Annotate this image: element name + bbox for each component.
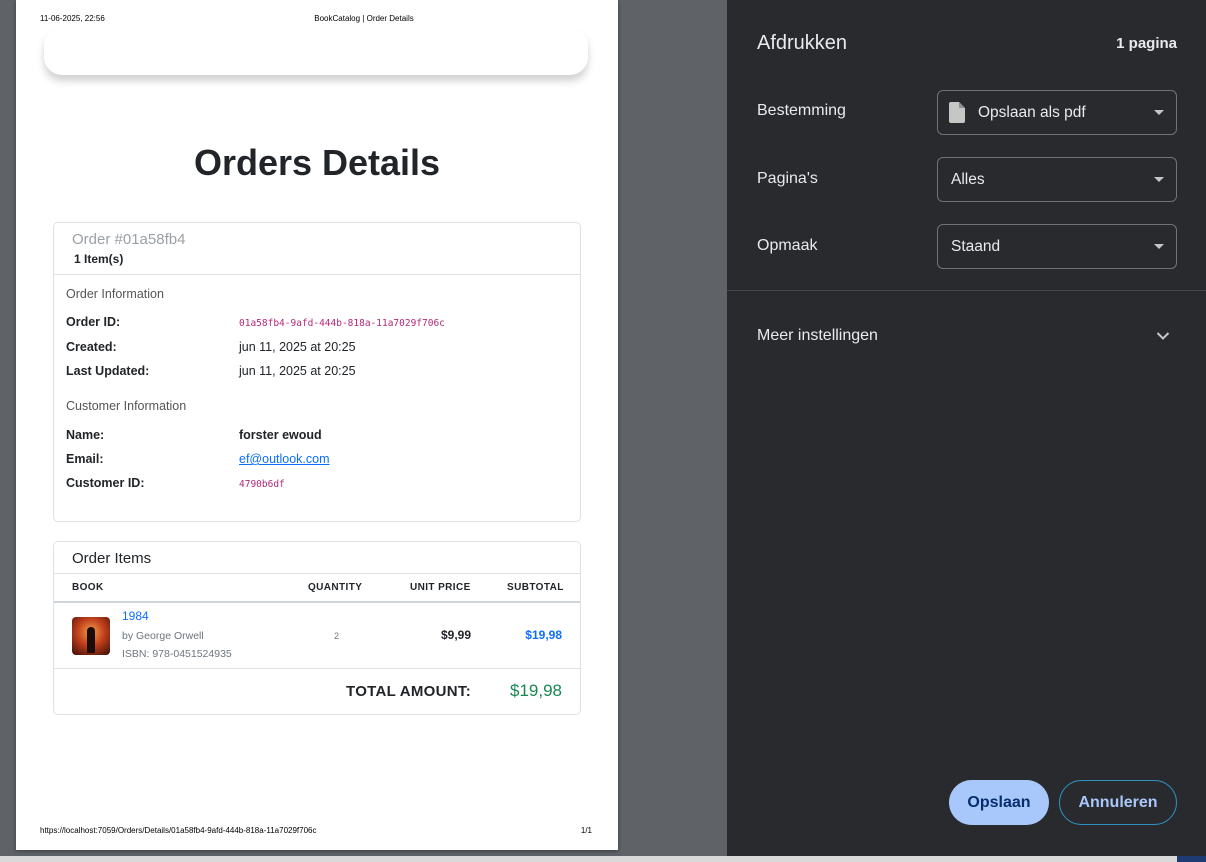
pages-value: Alles (951, 171, 985, 188)
order-card-header: Order #01a58fb4 1 Item(s) (54, 223, 580, 275)
total-row: TOTAL AMOUNT: $19,98 (54, 668, 580, 714)
page-title: Orders Details (193, 142, 441, 183)
navbar (44, 28, 588, 75)
item-count: 1 Item(s) (74, 252, 124, 266)
order-id-label: Order ID: (66, 315, 121, 329)
print-footer-url: https://localhost:7059/Orders/Details/01… (40, 826, 317, 835)
order-number: Order #01a58fb4 (72, 231, 186, 248)
order-id-value: 01a58fb4-9afd-444b-818a-11a7029f706c (239, 318, 445, 329)
order-items-heading: Order Items (72, 550, 152, 567)
item-quantity: 2 (334, 631, 340, 641)
created-value: jun 11, 2025 at 20:25 (239, 340, 356, 354)
bottom-strip (0, 856, 1206, 862)
divider (727, 290, 1206, 291)
dropdown-caret-icon (1154, 177, 1164, 182)
print-preview-page: 11-06-2025, 22:56 BookCatalog | Order De… (16, 0, 618, 850)
pages-select[interactable]: Alles (937, 157, 1177, 202)
page-count: 1 pagina (1116, 35, 1177, 52)
book-isbn: ISBN: 978-0451524935 (122, 648, 232, 660)
chevron-down-icon[interactable] (1156, 331, 1170, 341)
book-cover-image (72, 617, 110, 655)
bottom-accent (1177, 856, 1206, 862)
destination-value: Opslaan als pdf (978, 104, 1086, 121)
print-header-title: BookCatalog | Order Details (314, 14, 414, 23)
pages-label: Pagina's (757, 170, 818, 187)
customer-name-label: Name: (66, 428, 105, 442)
customer-email-link[interactable]: ef@outlook.com (239, 452, 330, 466)
customer-name-value: forster ewoud (239, 428, 322, 442)
dialog-title: Afdrukken (757, 32, 848, 54)
last-updated-value: jun 11, 2025 at 20:25 (239, 364, 356, 378)
total-amount-value: $19,98 (510, 681, 562, 700)
customer-id-label: Customer ID: (66, 476, 145, 490)
layout-value: Staand (951, 238, 1001, 255)
more-settings-toggle[interactable]: Meer instellingen (757, 327, 878, 345)
cancel-button[interactable]: Annuleren (1059, 780, 1177, 825)
layout-select[interactable]: Staand (937, 224, 1177, 269)
customer-info-heading: Customer Information (66, 399, 187, 413)
book-author: by George Orwell (122, 630, 204, 642)
file-icon (949, 102, 965, 123)
items-table-header: BOOK QUANTITY UNIT PRICE SUBTOTAL (54, 573, 580, 603)
book-title-link[interactable]: 1984 (122, 609, 149, 623)
total-amount-label: TOTAL AMOUNT: (346, 683, 471, 700)
print-dialog: Afdrukken 1 pagina Bestemming Opslaan al… (727, 0, 1206, 856)
column-header-unit-price: UNIT PRICE (410, 582, 471, 593)
save-button[interactable]: Opslaan (949, 780, 1049, 825)
column-header-subtotal: SUBTOTAL (507, 582, 564, 593)
dropdown-caret-icon (1154, 110, 1164, 115)
destination-label: Bestemming (757, 102, 846, 119)
customer-email-label: Email: (66, 452, 104, 466)
print-preview-area: 11-06-2025, 22:56 BookCatalog | Order De… (0, 0, 727, 862)
destination-select[interactable]: Opslaan als pdf (937, 90, 1177, 135)
item-subtotal: $19,98 (525, 628, 562, 642)
dropdown-caret-icon (1154, 244, 1164, 249)
created-label: Created: (66, 340, 117, 354)
column-header-book: BOOK (72, 582, 104, 593)
customer-id-value: 4790b6df (239, 479, 285, 490)
order-info-heading: Order Information (66, 287, 164, 301)
print-footer-page: 1/1 (580, 826, 592, 835)
order-items-card: Order Items BOOK QUANTITY UNIT PRICE SUB… (53, 541, 581, 715)
last-updated-label: Last Updated: (66, 364, 150, 378)
order-card: Order #01a58fb4 1 Item(s) Order Informat… (53, 222, 581, 522)
item-unit-price: $9,99 (440, 628, 471, 642)
column-header-quantity: QUANTITY (308, 582, 363, 593)
layout-label: Opmaak (757, 237, 818, 254)
